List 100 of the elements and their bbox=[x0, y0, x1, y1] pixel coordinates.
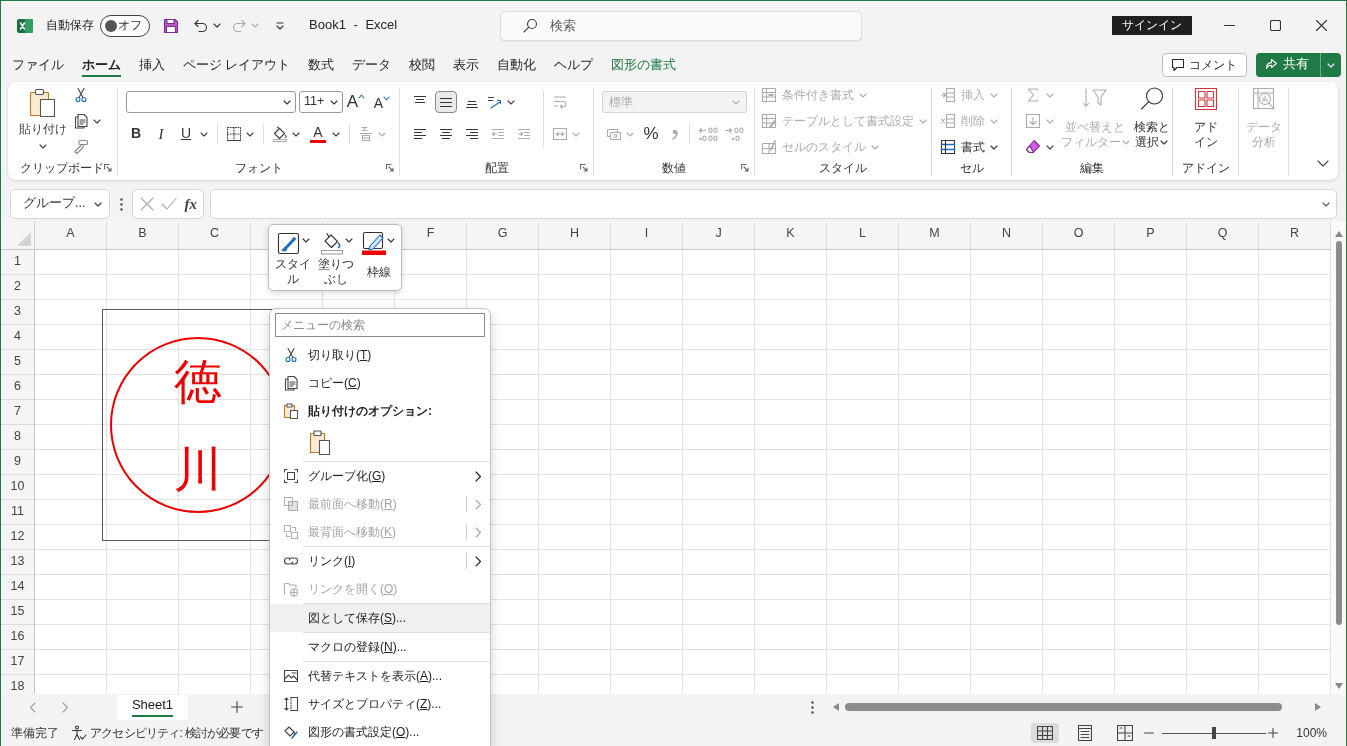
row-header[interactable]: 15 bbox=[10, 604, 25, 620]
shape-style-button[interactable]: スタイル bbox=[273, 231, 314, 290]
row-header[interactable]: 14 bbox=[10, 579, 25, 595]
accessibility-status[interactable]: アクセシビリティ: 検討が必要です bbox=[90, 725, 264, 741]
comment-button[interactable]: コメント bbox=[1162, 53, 1247, 77]
scroll-right-icon[interactable] bbox=[1315, 703, 1321, 711]
ribbon-tab[interactable]: ページ レイアウト bbox=[183, 52, 291, 78]
column-header[interactable]: Q bbox=[1217, 226, 1228, 242]
row-header[interactable]: 11 bbox=[11, 504, 24, 520]
dialog-launcher-icon[interactable] bbox=[386, 164, 394, 172]
ribbon-tab[interactable]: 自動化 bbox=[497, 52, 537, 78]
column-header[interactable]: H bbox=[570, 226, 579, 242]
customize-caret-icon[interactable] bbox=[275, 20, 285, 31]
add-ins-button[interactable]: アド イン bbox=[1182, 82, 1229, 158]
menu-item[interactable]: 切り取り(T) bbox=[270, 341, 490, 369]
ribbon-tab[interactable]: 図形の書式 bbox=[611, 52, 677, 78]
scroll-down-icon[interactable] bbox=[1334, 683, 1343, 689]
scroll-left-icon[interactable] bbox=[833, 703, 839, 711]
accessibility-icon[interactable] bbox=[71, 725, 87, 741]
paintbrush-icon[interactable] bbox=[73, 139, 89, 155]
row-header[interactable]: 7 bbox=[14, 404, 21, 420]
clipboard-icon[interactable] bbox=[309, 430, 331, 456]
grow-font-button[interactable]: A bbox=[346, 91, 366, 113]
maximize-icon[interactable] bbox=[1269, 20, 1281, 31]
normal-view-button[interactable] bbox=[1031, 723, 1060, 743]
column-header[interactable]: L bbox=[859, 226, 866, 242]
eraser-icon[interactable] bbox=[1025, 139, 1041, 155]
ribbon-tab[interactable]: 校閲 bbox=[409, 52, 436, 78]
ribbon-tab[interactable]: ヘルプ bbox=[554, 52, 594, 78]
row-header[interactable]: 17 bbox=[10, 654, 25, 670]
column-header[interactable]: C bbox=[210, 226, 219, 242]
row-header[interactable]: 2 bbox=[14, 279, 21, 295]
vertical-dots-icon[interactable] bbox=[811, 700, 814, 714]
row-header[interactable]: 9 bbox=[14, 454, 21, 470]
menu-item[interactable]: 図として保存(S)... bbox=[270, 604, 490, 632]
search-field[interactable]: 検索 bbox=[500, 10, 862, 41]
shape-outline-button[interactable]: 枠線 bbox=[358, 231, 399, 290]
menu-search-field[interactable]: メニューの検索 bbox=[275, 313, 485, 337]
zoom-in-icon[interactable] bbox=[1268, 728, 1279, 738]
column-header[interactable]: I bbox=[644, 226, 649, 242]
column-header[interactable]: R bbox=[1290, 226, 1299, 242]
row-header[interactable]: 4 bbox=[14, 329, 21, 345]
menu-item[interactable]: グループ化(G) bbox=[270, 462, 490, 490]
caret-icon[interactable] bbox=[213, 23, 221, 28]
format-cells-button[interactable]: 書式 bbox=[940, 134, 1011, 160]
column-header[interactable]: P bbox=[1146, 226, 1155, 242]
caret-icon[interactable] bbox=[200, 131, 208, 137]
scroll-thumb[interactable] bbox=[845, 703, 1282, 711]
border-grid-icon[interactable] bbox=[226, 126, 242, 142]
bold-button[interactable]: B bbox=[126, 123, 146, 145]
copy-icon[interactable] bbox=[73, 113, 89, 129]
row-header[interactable]: 13 bbox=[10, 554, 25, 570]
ribbon-tab[interactable]: データ bbox=[352, 52, 392, 78]
dialog-launcher-icon[interactable] bbox=[580, 164, 588, 172]
find-select-button[interactable]: 検索と 選択 bbox=[1131, 82, 1172, 150]
caret-icon[interactable] bbox=[507, 99, 515, 105]
dialog-launcher-icon[interactable] bbox=[104, 164, 112, 172]
caret-icon[interactable] bbox=[246, 131, 254, 137]
column-header[interactable]: J bbox=[715, 226, 722, 242]
column-header[interactable]: N bbox=[1002, 226, 1011, 242]
italic-button[interactable]: I bbox=[151, 123, 171, 145]
font-color-button[interactable]: A bbox=[308, 123, 328, 145]
close-icon[interactable] bbox=[1315, 20, 1327, 31]
insert-function-button[interactable]: fx bbox=[184, 194, 197, 214]
ribbon-tab[interactable]: 数式 bbox=[308, 52, 335, 78]
font-size-field[interactable]: 11+ bbox=[299, 91, 343, 113]
underline-button[interactable]: U bbox=[176, 123, 196, 145]
zoom-thumb[interactable] bbox=[1212, 727, 1217, 739]
menu-item[interactable]: サイズとプロパティ(Z)... bbox=[270, 690, 490, 718]
text-angle-icon[interactable] bbox=[487, 94, 503, 110]
formula-field[interactable] bbox=[210, 189, 1337, 219]
row-header[interactable]: 16 bbox=[10, 629, 25, 645]
menu-item[interactable]: コピー(C) bbox=[270, 369, 490, 397]
name-box[interactable]: グループ... bbox=[10, 189, 110, 219]
caret-icon[interactable] bbox=[93, 118, 101, 124]
menu-item[interactable]: マクロの登録(N)... bbox=[270, 633, 490, 661]
menu-item[interactable]: 図形の書式設定(O)... bbox=[270, 718, 490, 746]
row-header[interactable]: 5 bbox=[14, 354, 21, 370]
column-header[interactable]: M bbox=[929, 226, 940, 242]
sign-in-button[interactable]: サインイン bbox=[1112, 16, 1192, 35]
collapse-icon[interactable] bbox=[1317, 160, 1329, 167]
ribbon-tab[interactable]: ホーム bbox=[82, 52, 121, 78]
caret-icon[interactable] bbox=[1046, 144, 1054, 150]
row-header[interactable]: 12 bbox=[10, 529, 25, 545]
scroll-thumb[interactable] bbox=[1335, 241, 1342, 625]
save-icon[interactable] bbox=[163, 17, 179, 34]
row-header[interactable]: 1 bbox=[14, 254, 21, 270]
ribbon-tab[interactable]: 表示 bbox=[453, 52, 480, 78]
paste-button[interactable]: 貼り付け bbox=[18, 82, 68, 149]
caret-icon[interactable] bbox=[292, 131, 300, 137]
align-middle-button[interactable] bbox=[435, 91, 457, 113]
paint-bucket-icon[interactable] bbox=[272, 126, 288, 142]
column-header[interactable]: A bbox=[66, 226, 75, 242]
share-button[interactable]: 共有 bbox=[1256, 53, 1341, 77]
row-header[interactable]: 18 bbox=[10, 679, 25, 694]
plus-icon[interactable] bbox=[231, 701, 243, 713]
undo-icon[interactable] bbox=[193, 17, 209, 34]
zoom-level[interactable]: 100% bbox=[1296, 725, 1327, 741]
shrink-font-button[interactable]: A bbox=[372, 91, 392, 113]
row-header[interactable]: 3 bbox=[14, 304, 21, 320]
